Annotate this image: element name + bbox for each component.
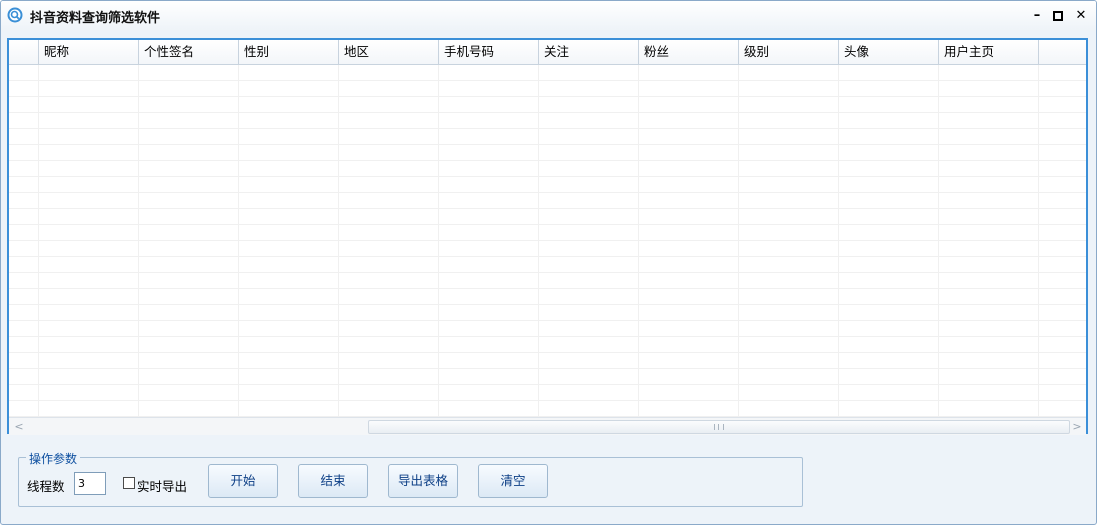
table-row xyxy=(9,289,1086,305)
column-divider xyxy=(138,65,139,417)
maximize-icon[interactable] xyxy=(1048,6,1068,26)
column-divider xyxy=(538,65,539,417)
start-button[interactable]: 开始 xyxy=(208,464,278,498)
column-header-region[interactable]: 地区 xyxy=(339,40,439,64)
column-divider xyxy=(38,65,39,417)
column-divider xyxy=(1038,65,1039,417)
app-window: 抖音资料查询筛选软件 – ✕ 昵称 个性签名 性别 地区 手机号码 关注 粉丝 … xyxy=(0,0,1097,525)
column-header-gender[interactable]: 性别 xyxy=(239,40,339,64)
scrollbar-thumb[interactable] xyxy=(368,420,1070,434)
table-row xyxy=(9,305,1086,321)
table-row xyxy=(9,337,1086,353)
column-header-nickname[interactable]: 昵称 xyxy=(39,40,139,64)
close-icon[interactable]: ✕ xyxy=(1071,6,1091,26)
column-divider xyxy=(938,65,939,417)
minimize-icon[interactable]: – xyxy=(1027,6,1047,26)
column-header-level[interactable]: 级别 xyxy=(739,40,839,64)
window-title: 抖音资料查询筛选软件 xyxy=(30,11,161,26)
table-row xyxy=(9,209,1086,225)
title-bar[interactable]: 抖音资料查询筛选软件 – ✕ xyxy=(1,1,1096,31)
row-selector-header xyxy=(9,40,39,64)
thread-count-input[interactable] xyxy=(74,472,106,495)
scroll-right-icon[interactable]: > xyxy=(1069,419,1085,434)
table-row xyxy=(9,177,1086,193)
scroll-left-icon[interactable]: < xyxy=(11,419,27,434)
group-title: 操作参数 xyxy=(26,450,81,467)
column-header-avatar[interactable]: 头像 xyxy=(839,40,939,64)
table-row xyxy=(9,353,1086,369)
column-header-followers[interactable]: 粉丝 xyxy=(639,40,739,64)
clear-button[interactable]: 清空 xyxy=(478,464,548,498)
table-row xyxy=(9,257,1086,273)
grid-header: 昵称 个性签名 性别 地区 手机号码 关注 粉丝 级别 头像 用户主页 xyxy=(9,40,1086,65)
table-row xyxy=(9,401,1086,417)
horizontal-scrollbar[interactable]: < > xyxy=(9,417,1086,435)
table-row xyxy=(9,225,1086,241)
realtime-export-checkbox[interactable] xyxy=(123,477,135,489)
table-row xyxy=(9,65,1086,81)
search-app-icon xyxy=(7,7,23,23)
table-row xyxy=(9,145,1086,161)
column-header-homepage[interactable]: 用户主页 xyxy=(939,40,1039,64)
column-divider xyxy=(238,65,239,417)
scrollbar-grip-icon xyxy=(714,424,724,430)
column-header-phone[interactable]: 手机号码 xyxy=(439,40,539,64)
table-row xyxy=(9,81,1086,97)
column-divider xyxy=(738,65,739,417)
results-grid[interactable]: 昵称 个性签名 性别 地区 手机号码 关注 粉丝 级别 头像 用户主页 < > xyxy=(7,38,1088,435)
table-row xyxy=(9,321,1086,337)
table-row xyxy=(9,385,1086,401)
column-header-following[interactable]: 关注 xyxy=(539,40,639,64)
table-row xyxy=(9,113,1086,129)
table-row xyxy=(9,193,1086,209)
thread-count-label: 线程数 xyxy=(27,479,65,494)
stop-button[interactable]: 结束 xyxy=(298,464,368,498)
realtime-export-label[interactable]: 实时导出 xyxy=(137,476,187,495)
table-row xyxy=(9,97,1086,113)
table-row xyxy=(9,129,1086,145)
grid-body[interactable] xyxy=(9,65,1086,417)
export-table-button[interactable]: 导出表格 xyxy=(388,464,458,498)
column-divider xyxy=(838,65,839,417)
table-row xyxy=(9,369,1086,385)
column-divider xyxy=(338,65,339,417)
column-divider xyxy=(438,65,439,417)
column-header-signature[interactable]: 个性签名 xyxy=(139,40,239,64)
column-divider xyxy=(638,65,639,417)
table-row xyxy=(9,241,1086,257)
table-row xyxy=(9,273,1086,289)
table-row xyxy=(9,161,1086,177)
